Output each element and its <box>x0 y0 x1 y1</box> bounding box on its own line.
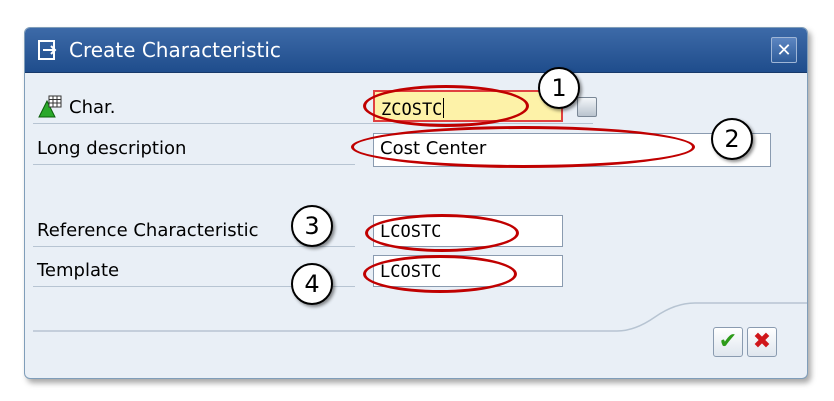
dialog-content: Char. ZCOSTC Long description Cost Cente… <box>25 67 807 378</box>
callout-2: 2 <box>711 118 753 160</box>
template-label: Template <box>37 260 120 281</box>
callout-3: 3 <box>291 205 333 247</box>
highlight-oval-3 <box>365 214 519 252</box>
highlight-oval-2 <box>351 126 695 168</box>
characteristic-icon <box>38 95 62 118</box>
long-description-row: Long description <box>33 131 355 165</box>
ok-button[interactable]: ✔ <box>713 327 743 357</box>
title-bar: Create Characteristic ✕ <box>25 28 807 73</box>
create-document-icon <box>38 40 57 60</box>
callout-4: 4 <box>291 263 333 305</box>
value-help-icon[interactable] <box>577 97 597 117</box>
reference-characteristic-label: Reference Characteristic <box>37 220 259 241</box>
dialog-title: Create Characteristic <box>69 38 281 62</box>
create-characteristic-dialog: Create Characteristic ✕ Char. ZCOSTC Lon… <box>24 27 808 379</box>
callout-1: 1 <box>538 67 580 109</box>
cancel-icon: ✖ <box>752 329 772 354</box>
highlight-oval-4 <box>363 255 517 293</box>
footer-separator <box>33 302 807 332</box>
cancel-button[interactable]: ✖ <box>747 327 777 357</box>
close-icon: ✕ <box>776 40 792 61</box>
checkmark-icon: ✔ <box>718 329 738 354</box>
close-button[interactable]: ✕ <box>771 37 797 63</box>
long-description-label: Long description <box>37 138 187 159</box>
highlight-oval-1 <box>363 85 529 127</box>
char-label: Char. <box>69 97 116 118</box>
